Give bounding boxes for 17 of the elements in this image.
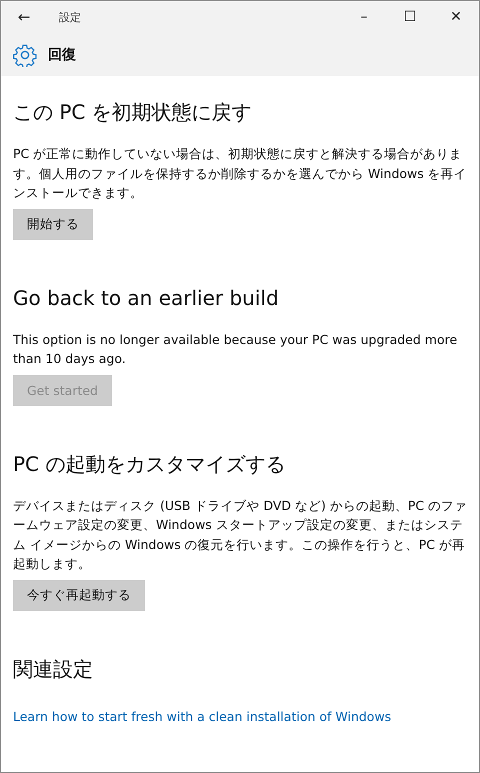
page-title: 回復: [48, 46, 76, 64]
section-heading: PC の起動をカスタマイズする: [13, 450, 286, 478]
section-heading: 関連設定: [13, 656, 94, 682]
section-description: デバイスまたはディスク (USB ドライブや DVD など) からの起動、PC のファームウェア設定の変更、Windows スタートアップ設定の変更、またはシステム イメージからの Windows の復元を行います。この操作を行うと、PC が再起動します。: [13, 496, 468, 573]
gear-icon: [13, 42, 37, 66]
help-link[interactable]: Learn how to start fresh with a clean installation of Windows: [13, 708, 392, 724]
action-button[interactable]: 今すぐ再起動する: [13, 580, 145, 610]
action-button[interactable]: 開始する: [13, 208, 93, 240]
section-description: PC が正常に動作していない場合は、初期状態に戻すと解決する場合があります。個人用のファイルを保持するか削除するかを選んでから Windows を再インストールできます。: [13, 145, 468, 202]
window-title: 設定: [59, 10, 82, 24]
section-heading: Go back to an earlier build: [13, 284, 280, 312]
close-button[interactable]: ✕: [433, 9, 479, 25]
back-button[interactable]: ←: [1, 8, 47, 26]
section-description: This option is no longer available because your PC was upgraded more than 10 days ago.: [13, 330, 458, 368]
minimize-button[interactable]: –: [341, 9, 387, 25]
section-heading: この PC を初期状態に戻す: [13, 99, 253, 126]
maximize-button[interactable]: ☐: [387, 9, 433, 25]
